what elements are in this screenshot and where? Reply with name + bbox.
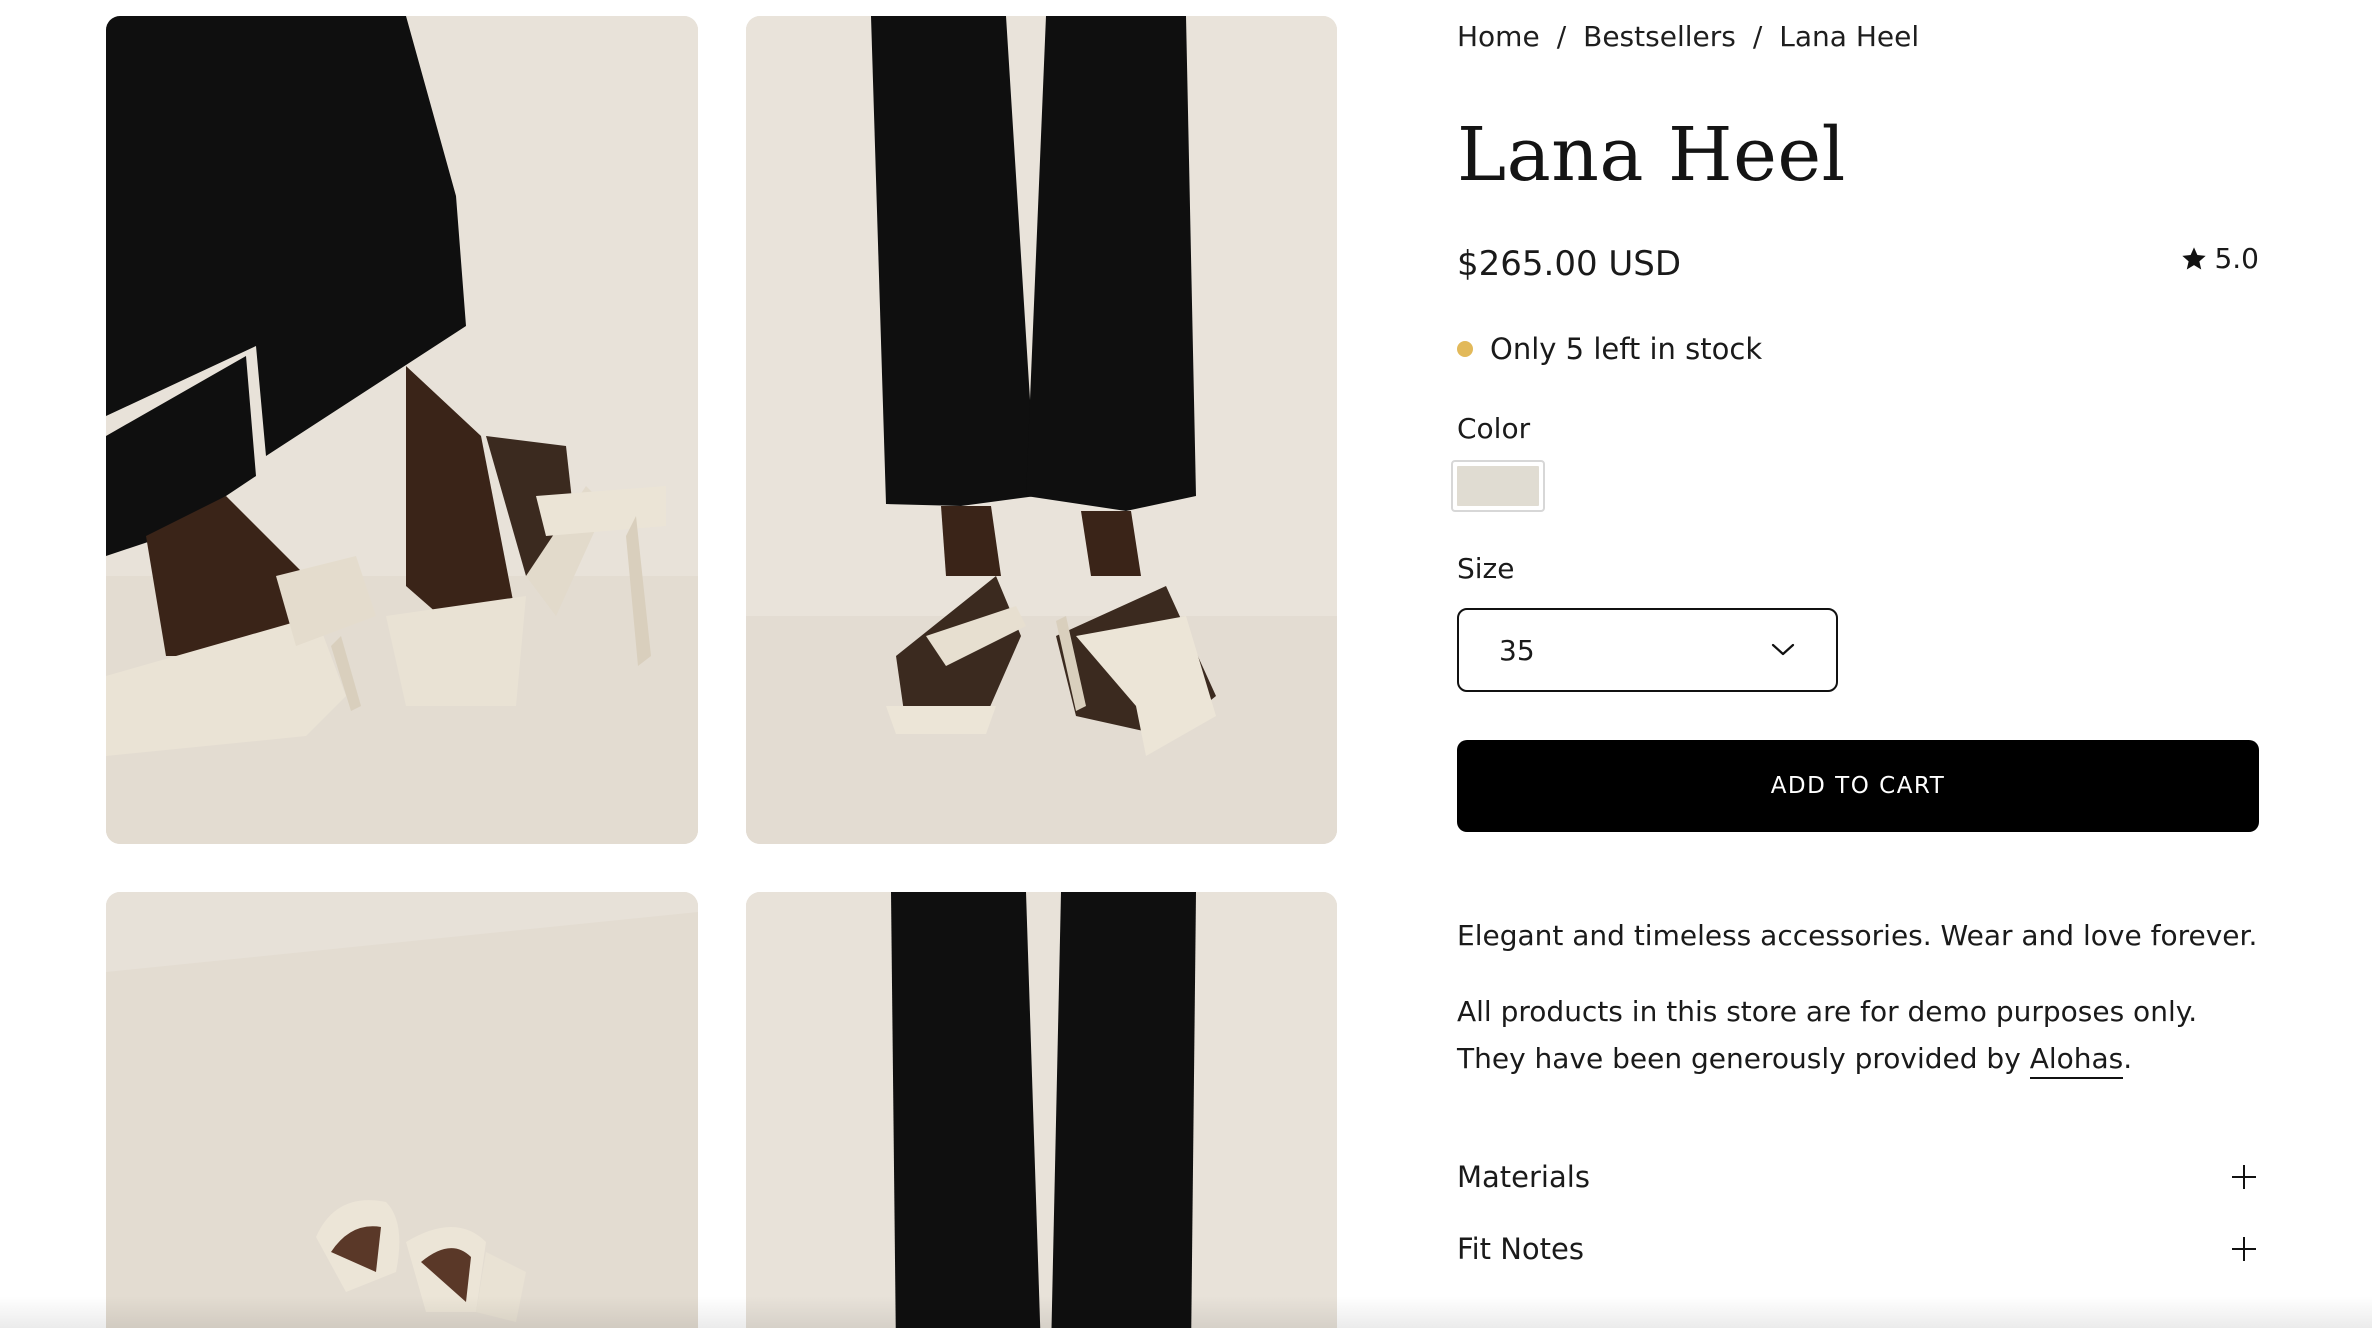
- stock-text: Only 5 left in stock: [1490, 332, 1763, 366]
- stock-status: Only 5 left in stock: [1457, 332, 1762, 366]
- breadcrumb-separator: /: [1752, 20, 1763, 53]
- accordion-fit-notes-label: Fit Notes: [1457, 1232, 1584, 1266]
- accordion-materials-label: Materials: [1457, 1160, 1590, 1194]
- product-image-1[interactable]: [106, 16, 698, 844]
- color-swatch-fill: [1457, 466, 1539, 506]
- product-image-4[interactable]: [746, 892, 1337, 1328]
- product-photo-front-view: [746, 16, 1337, 844]
- plus-icon: [2232, 1237, 2256, 1261]
- product-photo-pants-detail: [746, 892, 1337, 1328]
- color-swatch-selected[interactable]: [1451, 460, 1545, 512]
- color-label: Color: [1457, 412, 1531, 445]
- add-to-cart-button[interactable]: ADD TO CART: [1457, 740, 2259, 832]
- breadcrumb-separator: /: [1556, 20, 1567, 53]
- rating-value: 5.0: [2214, 242, 2259, 275]
- stock-indicator-dot: [1457, 341, 1473, 357]
- accordion-materials[interactable]: Materials: [1457, 1160, 2259, 1194]
- product-rating[interactable]: 5.0: [2180, 242, 2259, 275]
- plus-icon: [2232, 1165, 2256, 1189]
- star-icon: [2182, 246, 2207, 269]
- breadcrumb: Home / Bestsellers / Lana Heel: [1457, 20, 1919, 53]
- size-select[interactable]: 35: [1457, 608, 1838, 692]
- demo-notice-line2-suffix: .: [2123, 1042, 2133, 1075]
- product-page: Home / Bestsellers / Lana Heel Lana Heel…: [0, 0, 2372, 1328]
- breadcrumb-bestsellers-link[interactable]: Bestsellers: [1583, 20, 1736, 53]
- product-photo-sandals-detail: [106, 892, 698, 1328]
- product-image-2[interactable]: [746, 16, 1337, 844]
- size-label: Size: [1457, 552, 1515, 585]
- alohas-link[interactable]: Alohas: [2029, 1042, 2124, 1079]
- product-photo-side-view: [106, 16, 698, 844]
- product-price: $265.00 USD: [1457, 244, 1682, 284]
- accordion-fit-notes[interactable]: Fit Notes: [1457, 1232, 2259, 1266]
- product-title: Lana Heel: [1457, 112, 1846, 198]
- product-image-3[interactable]: [106, 892, 698, 1328]
- product-description: Elegant and timeless accessories. Wear a…: [1457, 919, 2258, 952]
- breadcrumb-current-page[interactable]: Lana Heel: [1779, 20, 1919, 53]
- demo-notice-line2-prefix: They have been generously provided by: [1457, 1042, 2030, 1075]
- size-select-value: 35: [1499, 633, 1535, 667]
- breadcrumb-home-link[interactable]: Home: [1457, 20, 1540, 53]
- chevron-down-icon: [1771, 643, 1795, 656]
- demo-notice-line1: All products in this store are for demo …: [1457, 995, 2198, 1028]
- demo-notice: All products in this store are for demo …: [1457, 988, 2197, 1082]
